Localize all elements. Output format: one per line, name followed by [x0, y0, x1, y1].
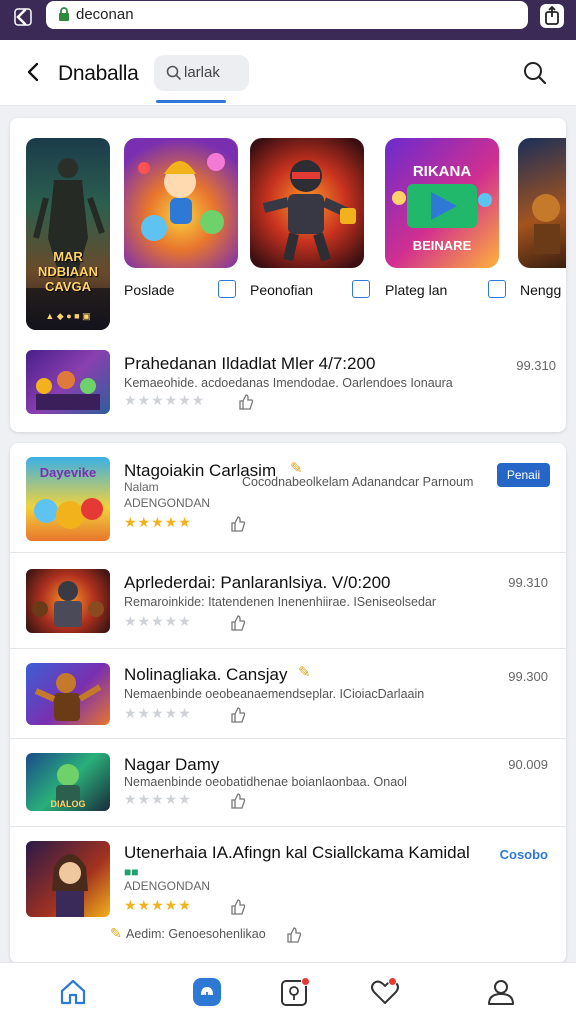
rating-stars: ★★★★★ [124, 897, 192, 913]
svg-text:DIALOG: DIALOG [51, 799, 86, 809]
app-thumbnail [26, 569, 110, 633]
tile-caption-3: Plateg lan [385, 282, 448, 298]
app-footer-note: Aedim: Genoesohenlikao [126, 927, 266, 941]
install-button[interactable]: Penaii [497, 463, 550, 487]
tile-caption-1: Poslade [124, 282, 175, 298]
app-thumbnail [26, 841, 110, 917]
share-icon[interactable] [540, 4, 564, 28]
app-subtitle: Nemaenbinde oeobeanaemendseplar. ICioiac… [124, 687, 425, 701]
browser-bar: deconan [0, 0, 576, 40]
checkbox-icon[interactable] [488, 280, 506, 298]
profile-icon[interactable] [484, 975, 518, 1009]
thumbs-up-icon[interactable] [286, 927, 302, 943]
app-header: Dnaballa larlak [0, 40, 576, 106]
rating-stars: ★★★★★ [124, 514, 192, 530]
list-item[interactable]: DIALOG Nagar Damy Nemaenbinde oeobatidhe… [10, 739, 566, 827]
app-price: 99.310 [508, 575, 548, 590]
checkbox-icon[interactable] [352, 280, 370, 298]
notification-badge [388, 977, 397, 986]
tile-caption-4: Nengg [520, 282, 562, 298]
rating-stars: ★★★★★ [124, 613, 192, 629]
list-item[interactable]: Utenerhaia IA.Afingn kal Csiallckama Kam… [10, 827, 566, 963]
app-subtitle: Nemaenbinde oeobatidhenae boianlaonbaa. … [124, 775, 407, 789]
app-subtitle: Remaroinkide: Itatendenen Inenenhiirae. … [124, 595, 437, 609]
rating-stars: ★★★★★ [124, 705, 192, 721]
app-badge: ■■ [124, 865, 139, 879]
award-icon: ✎ [110, 925, 122, 941]
app-meta: ADENGONDAN [124, 496, 211, 510]
list-item[interactable]: Nolinagliaka. Cansjay ✎ Nemaenbinde oeob… [10, 649, 566, 739]
search-chip-label: larlak [184, 64, 220, 81]
search-button[interactable] [522, 60, 548, 86]
thumbs-up-icon[interactable] [238, 394, 254, 410]
app-thumbnail: Dayevike [26, 457, 110, 541]
featured-row[interactable]: Prahedanan Ildadlat Mler 4/7:200 Kemaeoh… [26, 350, 556, 416]
app-thumbnail: DIALOG [26, 753, 110, 811]
app-title: Nolinagliaka. Cansjay [124, 665, 288, 684]
active-tab-indicator [156, 100, 226, 103]
rating-stars: ★★★★★★ [124, 392, 206, 408]
featured-big-icons: ▲ ◆ ● ■ ▣ [45, 311, 91, 321]
home-icon[interactable] [56, 975, 90, 1009]
page-title: Dnaballa [58, 62, 139, 85]
svg-text:BEINARE: BEINARE [413, 238, 472, 253]
store-icon[interactable] [190, 975, 224, 1009]
app-meta: ADENGONDAN [124, 879, 211, 893]
pencil-icon: ✎ [298, 664, 311, 681]
list-item[interactable]: Dayevike Ntagoiakin Carlasim ✎ Cocodnabe… [10, 443, 566, 553]
search-icon [166, 65, 182, 81]
thumbs-up-icon[interactable] [230, 516, 246, 532]
featured-tile-3[interactable]: RIKANA BEINARE [385, 138, 499, 268]
checkbox-icon[interactable] [218, 280, 236, 298]
library-icon[interactable] [278, 975, 312, 1009]
app-price: Cosobo [499, 847, 548, 862]
featured-tile-2[interactable] [250, 138, 364, 268]
url-field[interactable]: deconan [46, 1, 528, 29]
back-arrow-icon[interactable] [22, 60, 46, 84]
search-chip[interactable]: larlak [154, 55, 249, 91]
wishlist-icon[interactable] [368, 975, 402, 1009]
tile-caption-2: Peonofian [250, 282, 314, 298]
featured-tile-4[interactable] [518, 138, 566, 268]
app-price: 90.009 [508, 757, 548, 772]
app-title: Prahedanan Ildadlat Mler 4/7:200 [124, 354, 376, 373]
app-list-card: Dayevike Ntagoiakin Carlasim ✎ Cocodnabe… [10, 443, 566, 963]
app-subtitle: Nalam [124, 480, 159, 494]
app-title: Nagar Damy [124, 755, 220, 774]
svg-text:RIKANA: RIKANA [413, 163, 471, 180]
featured-card: MAR NDBIAAN CAVGA ▲ ◆ ● ■ ▣ RIKANA BEINA… [10, 118, 566, 432]
svg-text:Dayevike: Dayevike [40, 465, 96, 480]
app-title: Aprlederdai: Panlaranlsiya. V/0:200 [124, 573, 391, 592]
url-text: deconan [76, 6, 134, 23]
list-item[interactable]: Aprlederdai: Panlaranlsiya. V/0:200 Rema… [10, 553, 566, 649]
app-description: Cocodnabeolkelam Adanandcar Parnoum [242, 475, 474, 489]
featured-big-title: MAR NDBIAAN CAVGA [38, 249, 98, 294]
browser-back-icon[interactable] [12, 6, 34, 28]
lock-icon [58, 7, 70, 21]
featured-game-banner[interactable]: MAR NDBIAAN CAVGA ▲ ◆ ● ■ ▣ [26, 138, 110, 330]
app-subtitle: Kemaeohide. acdoedanas Imendodae. Oarlen… [124, 376, 453, 390]
thumbs-up-icon[interactable] [230, 899, 246, 915]
thumbs-up-icon[interactable] [230, 615, 246, 631]
thumbs-up-icon[interactable] [230, 793, 246, 809]
thumbs-up-icon[interactable] [230, 707, 246, 723]
rating-stars: ★★★★★ [124, 791, 192, 807]
app-price: 99.310 [516, 358, 556, 373]
app-thumbnail [26, 350, 110, 414]
app-thumbnail [26, 663, 110, 725]
featured-tile-1[interactable] [124, 138, 238, 268]
bottom-nav [0, 962, 576, 1024]
notification-badge [301, 977, 310, 986]
app-title: Utenerhaia IA.Afingn kal Csiallckama Kam… [124, 843, 470, 862]
app-price: 99.300 [508, 669, 548, 684]
